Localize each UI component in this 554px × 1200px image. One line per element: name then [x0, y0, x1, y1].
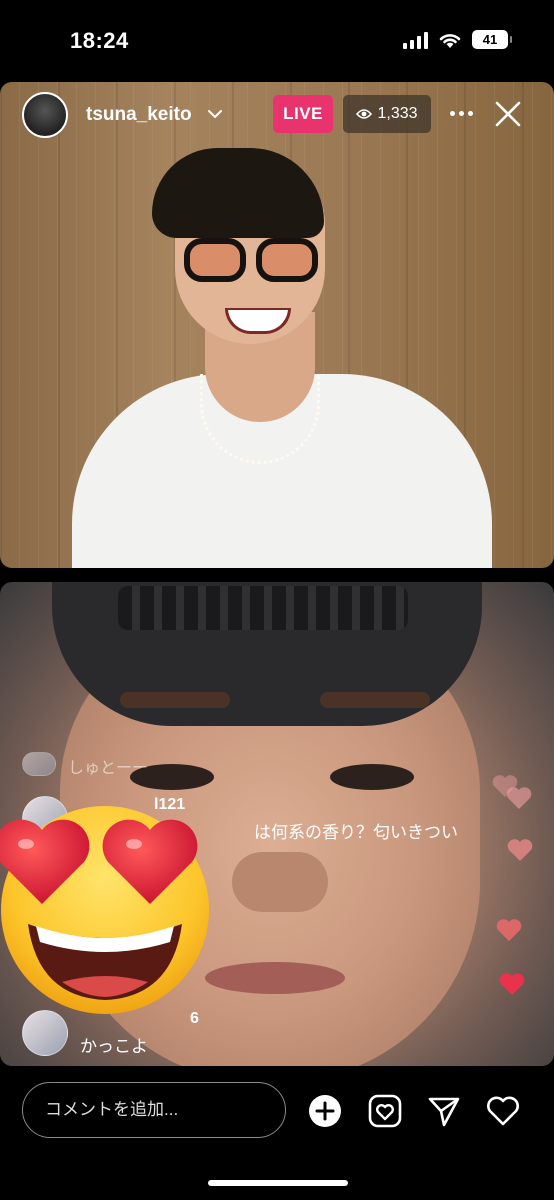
guest-cap-band [118, 586, 408, 630]
floating-heart-icon [507, 839, 533, 861]
battery-icon: 41 [472, 30, 512, 49]
guest-eye-right [330, 764, 414, 790]
heart-icon[interactable] [486, 1094, 520, 1128]
status-bar: 18:24 41 [0, 0, 554, 80]
more-options-icon[interactable] [446, 100, 476, 126]
live-badge: LIVE [273, 95, 333, 133]
comment-item[interactable]: しゅとーー [22, 752, 148, 778]
viewer-count-badge[interactable]: 1,333 [343, 95, 431, 133]
floating-heart-icon [496, 919, 522, 941]
guest-brow-right [320, 692, 430, 708]
face-heart-icon[interactable] [368, 1094, 402, 1128]
status-indicators: 41 [403, 30, 512, 49]
heart-eyes-emoji-icon [0, 806, 209, 1014]
comment-avatar [22, 752, 56, 776]
host-avatar[interactable] [22, 92, 68, 138]
comment-username: しゅとーー [68, 760, 149, 777]
home-indicator [208, 1180, 348, 1186]
close-icon[interactable] [494, 100, 522, 128]
host-glasses [184, 234, 320, 284]
comment-text: は何系の香り？匂いきつい [254, 823, 458, 842]
floating-heart-icon [499, 973, 525, 995]
floating-heart-icon [506, 787, 532, 809]
chevron-down-icon[interactable] [207, 106, 223, 122]
host-video-pane [0, 82, 554, 568]
viewer-count: 1,333 [377, 105, 418, 122]
eye-icon [356, 109, 373, 119]
plus-circle-icon[interactable] [308, 1094, 342, 1128]
bottom-action-bar [0, 1066, 554, 1200]
guest-mouth [205, 962, 345, 994]
cellular-signal-icon [403, 31, 428, 49]
paper-plane-icon[interactable] [427, 1094, 461, 1128]
host-username[interactable]: tsuna_keito [86, 104, 192, 126]
guest-brow-left [120, 692, 230, 708]
live-header: tsuna_keito LIVE 1,333 [0, 92, 554, 138]
instagram-live-screen: 18:24 41 tsuna_keito LIVE 1,333 しゅとーー l1… [0, 0, 554, 1200]
comment-input[interactable] [22, 1082, 286, 1138]
guest-nose [232, 852, 328, 912]
host-hair [152, 148, 324, 238]
status-time: 18:24 [70, 28, 129, 53]
wifi-icon [439, 33, 461, 48]
comment-text: かっこよ [80, 1037, 148, 1056]
